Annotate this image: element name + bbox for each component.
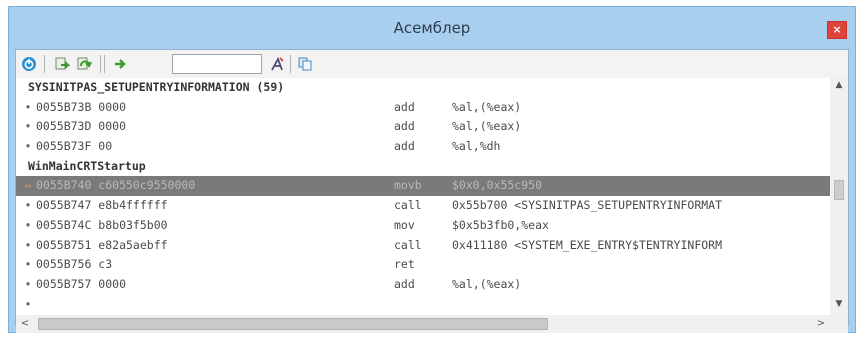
operands: %al,(%eax) (452, 99, 522, 114)
mnemonic: mov (394, 217, 415, 232)
client-area: SYSINITPAS_SETUPENTRYINFORMATION (59) • 00… (15, 49, 849, 333)
breakpoint-bullet-icon: • (24, 198, 32, 213)
listing-row[interactable]: • 0055B74C b8b03f5b00 mov $0x5b3fb0,%eax (16, 216, 830, 236)
breakpoint-bullet-icon: • (24, 217, 32, 232)
toolbar-separator (290, 55, 291, 73)
disassembly-listing[interactable]: SYSINITPAS_SETUPENTRYINFORMATION (59) • 00… (16, 78, 830, 315)
vertical-scrollbar[interactable]: ▲ ▼ (830, 78, 848, 315)
operands: $0x0,0x55c950 (452, 178, 543, 193)
listing-label-row[interactable]: SYSINITPAS_SETUPENTRYINFORMATION (59) (16, 78, 830, 98)
address-bytes: 0055B74C b8b03f5b00 (36, 217, 168, 232)
listing-row[interactable]: • 0055B751 e82a5aebff call 0x411180 <SYSTEM… (16, 236, 830, 256)
copy-button[interactable] (296, 55, 314, 73)
address-bytes: 0055B73D 0000 (36, 119, 127, 134)
operands: %al,%dh (452, 139, 501, 154)
address-bytes: 0055B740 c60550c9550000 (36, 178, 196, 193)
step-into-button[interactable] (54, 55, 72, 73)
current-line-arrow-icon: ⇨ (24, 178, 32, 193)
operands: 0x55b700 <SYSINITPAS_SETUPENTRYINFORMAT (452, 198, 723, 213)
address-bytes: 0055B747 e8b4ffffff (36, 198, 168, 213)
scroll-down-icon[interactable]: ▼ (830, 299, 848, 313)
breakpoint-bullet-icon: • (24, 237, 32, 252)
goto-address-icon (271, 56, 284, 71)
mnemonic: ret (394, 257, 415, 272)
power-button[interactable] (20, 55, 38, 73)
mnemonic: add (394, 139, 415, 154)
address-bytes: 0055B756 c3 (36, 257, 113, 272)
title-bar[interactable]: Асемблер × (9, 7, 855, 49)
listing-row[interactable]: • 0055B747 e8b4ffffff call 0x55b700 <SYSINI… (16, 196, 830, 216)
horizontal-scroll-thumb[interactable] (38, 318, 548, 330)
operands: %al,(%eax) (452, 119, 522, 134)
breakpoint-bullet-icon: • (24, 296, 32, 311)
mnemonic: add (394, 99, 415, 114)
listing-row[interactable]: • 0055B757 0000 add %al,(%eax) (16, 275, 830, 295)
address-bytes: 0055B751 e82a5aebff (36, 237, 168, 252)
listing-row[interactable]: • (16, 295, 830, 315)
copy-icon (298, 57, 312, 71)
address-input[interactable] (172, 54, 262, 74)
horizontal-scrollbar[interactable]: < > (16, 315, 848, 333)
breakpoint-bullet-icon: • (24, 139, 32, 154)
breakpoint-bullet-icon: • (24, 99, 32, 114)
listing-row[interactable]: • 0055B73D 0000 add %al,(%eax) (16, 117, 830, 137)
symbol-label: WinMainCRTStartup (28, 158, 146, 173)
operands: %al,(%eax) (452, 276, 522, 291)
symbol-label: SYSINITPAS_SETUPENTRYINFORMATION (59) (28, 80, 285, 94)
run-to-cursor-button[interactable] (112, 55, 130, 73)
toolbar-separator (104, 55, 105, 73)
scroll-up-icon[interactable]: ▲ (830, 80, 848, 94)
breakpoint-bullet-icon: • (24, 257, 32, 272)
operands: 0x411180 <SYSTEM_EXE_ENTRY$TENTRYINFORM (452, 237, 723, 252)
scroll-left-icon[interactable]: < (18, 317, 32, 331)
mnemonic: call (394, 237, 422, 252)
goto-address-button[interactable] (268, 55, 286, 73)
mnemonic: add (394, 276, 415, 291)
toolbar (16, 50, 848, 78)
listing-label-row[interactable]: WinMainCRTStartup (16, 157, 830, 177)
address-bytes: 0055B73B 0000 (36, 99, 127, 114)
window-title: Асемблер (393, 19, 471, 37)
listing-row-current[interactable]: ⇨ 0055B740 c60550c9550000 movb $0x0,0x55c95… (16, 176, 830, 197)
breakpoint-bullet-icon: • (24, 276, 32, 291)
mnemonic: call (394, 198, 422, 213)
address-bytes: 0055B73F 00 (36, 139, 113, 154)
mnemonic: add (394, 119, 415, 134)
breakpoint-bullet-icon: • (24, 119, 32, 134)
vertical-scroll-thumb[interactable] (834, 180, 844, 200)
toolbar-separator (44, 55, 45, 73)
mnemonic: movb (394, 178, 422, 193)
scroll-right-icon[interactable]: > (814, 317, 828, 331)
listing-row[interactable]: • 0055B756 c3 ret (16, 255, 830, 275)
listing-row[interactable]: • 0055B73F 00 add %al,%dh (16, 137, 830, 157)
operands: $0x5b3fb0,%eax (452, 217, 549, 232)
step-into-icon (55, 57, 71, 70)
close-button[interactable]: × (827, 21, 847, 39)
address-bytes: 0055B757 0000 (36, 276, 127, 291)
run-to-cursor-icon (115, 59, 126, 69)
toolbar-separator (100, 55, 101, 73)
step-over-icon (77, 57, 92, 70)
close-icon: × (832, 23, 842, 36)
listing-row[interactable]: • 0055B73B 0000 add %al,(%eax) (16, 98, 830, 118)
power-icon (22, 57, 36, 71)
assembler-window: Асемблер × SYSINITPAS_SETUPENTRYINFORMAT… (8, 6, 856, 333)
step-over-button[interactable] (76, 55, 94, 73)
